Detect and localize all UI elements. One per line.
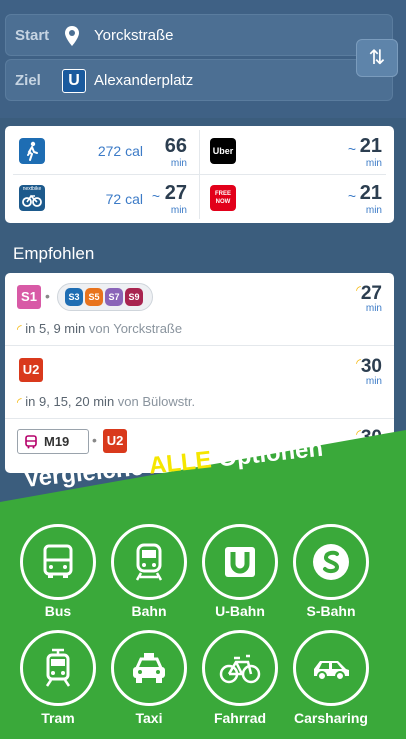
walk-minutes: 66	[164, 135, 187, 157]
line-badge-s7: S7	[105, 288, 123, 306]
start-field[interactable]: Start Yorckstraße	[5, 14, 393, 56]
sbahn-mode-button[interactable]	[293, 524, 369, 600]
freenow-tilde: ~	[347, 188, 356, 204]
bicycle-icon	[219, 654, 261, 684]
line-group: S3 S5 S7 S9	[57, 283, 153, 311]
bike-label: Fahrrad	[213, 710, 267, 726]
line-badge-s5: S5	[85, 288, 103, 306]
swap-button[interactable]: ⇅	[356, 39, 398, 77]
taxi-icon	[133, 653, 165, 683]
nextbike-minutes: 27	[164, 182, 187, 204]
separator-dot: •	[45, 288, 50, 304]
bus-icon	[43, 544, 73, 578]
bahn-label: Bahn	[131, 603, 167, 619]
nextbike-calories: 72 cal	[105, 191, 143, 207]
train-icon	[135, 543, 163, 581]
ubahn-mode-button[interactable]	[202, 524, 278, 600]
nextbike-icon: nextbike	[19, 185, 45, 211]
nextbike-tilde: ~	[151, 188, 160, 204]
tram-icon	[45, 648, 71, 687]
uber-icon: Uber	[210, 138, 236, 164]
quick-options-card: 272 cal 66 min Uber ~ 21 min nextbike 72…	[5, 126, 394, 223]
goal-label: Ziel	[15, 72, 41, 89]
bike-mode-button[interactable]	[202, 630, 278, 706]
tram-label: Tram	[41, 710, 75, 726]
freenow-min-label: min	[365, 205, 382, 216]
search-header: Start Yorckstraße Ziel U Alexanderplatz …	[0, 0, 406, 118]
carsharing-label: Carsharing	[294, 710, 368, 726]
walk-min-label: min	[170, 158, 187, 169]
goal-field[interactable]: Ziel U Alexanderplatz	[5, 59, 393, 101]
goal-value: Alexanderplatz	[94, 72, 194, 89]
bus-mode-button[interactable]	[20, 524, 96, 600]
taxi-label: Taxi	[135, 710, 163, 726]
route-duration: ◜27 min	[356, 283, 382, 314]
route-item[interactable]: S1 • S3 S5 S7 S9 ◜ in 5, 9 min von Yorck…	[5, 273, 394, 346]
uber-min-label: min	[365, 158, 382, 169]
freenow-icon: FREE NOW	[210, 185, 236, 211]
bus-label: Bus	[44, 603, 72, 619]
uber-tilde: ~	[347, 141, 356, 157]
uber-option[interactable]: Uber ~ 21 min	[199, 126, 394, 174]
live-icon: ◜	[17, 395, 22, 409]
route-item[interactable]: U2 ◜ in 9, 15, 20 min von Bülowstr. ◜30 …	[5, 346, 394, 419]
ubahn-icon: U	[62, 69, 86, 93]
ubahn-icon	[225, 547, 255, 577]
departure-info: ◜ in 5, 9 min von Yorckstraße	[17, 321, 183, 336]
start-value: Yorckstraße	[94, 27, 174, 44]
line-badge-s1: S1	[17, 285, 41, 309]
uber-minutes: 21	[359, 135, 382, 157]
freenow-option[interactable]: FREE NOW ~ 21 min	[199, 175, 394, 223]
line-badge-s3: S3	[65, 288, 83, 306]
live-icon: ◜	[17, 322, 22, 336]
divider	[13, 174, 386, 175]
location-pin-icon	[65, 26, 79, 46]
carsharing-mode-button[interactable]	[293, 630, 369, 706]
car-icon	[314, 661, 349, 681]
route-duration: ◜30 min	[356, 356, 382, 387]
sbahn-label: S-Bahn	[306, 603, 356, 619]
walk-option[interactable]: 272 cal 66 min	[5, 126, 199, 174]
line-badge-u2: U2	[19, 358, 43, 382]
walk-icon	[19, 138, 45, 164]
freenow-minutes: 21	[359, 182, 382, 204]
sbahn-icon	[313, 544, 349, 580]
departure-info: ◜ in 9, 15, 20 min von Bülowstr.	[17, 394, 196, 409]
nextbike-option[interactable]: nextbike 72 cal ~ 27 min	[5, 175, 199, 223]
walk-calories: 272 cal	[97, 143, 143, 159]
ubahn-label: U-Bahn	[215, 603, 265, 619]
bahn-mode-button[interactable]	[111, 524, 187, 600]
section-title: Empfohlen	[13, 244, 95, 263]
line-badge-s9: S9	[125, 288, 143, 306]
nextbike-min-label: min	[170, 205, 187, 216]
tram-mode-button[interactable]	[20, 630, 96, 706]
taxi-mode-button[interactable]	[111, 630, 187, 706]
start-label: Start	[15, 27, 50, 44]
